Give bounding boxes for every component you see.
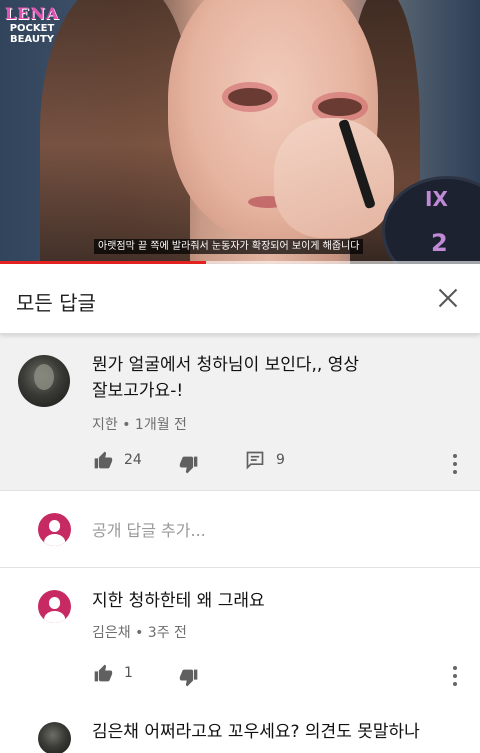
reply-comment: 지한 청하한테 왜 그래요 김은채 • 3주 전 1 [0, 568, 480, 713]
more-options-icon[interactable] [449, 454, 461, 476]
avatar [38, 513, 71, 546]
avatar[interactable] [38, 722, 71, 753]
avatar[interactable] [18, 355, 70, 407]
dislike-button[interactable] [178, 455, 200, 475]
thumbs-up-icon [94, 664, 113, 682]
avatar[interactable] [38, 590, 71, 623]
reply-button[interactable]: 9 [244, 450, 285, 470]
reply-comment: 김은채 어쩌라고요 꼬우세요? 의견도 못말하나 [0, 713, 480, 753]
video-frame-hand [274, 118, 394, 238]
replies-header: 모든 답글 [0, 264, 480, 334]
comment-text-line: 잘보고가요-! [92, 381, 184, 401]
like-count: 1 [124, 665, 133, 681]
video-frame-hair [40, 0, 190, 264]
thumbs-up-icon [94, 451, 113, 469]
more-options-icon[interactable] [449, 666, 461, 688]
mirror-numeral: 2 [431, 229, 448, 257]
mirror-numeral: IX [425, 187, 448, 211]
comment-meta: 지한 • 1개월 전 [92, 417, 187, 433]
video-caption: 아랫점막 끝 쪽에 발라줘서 눈동자가 확장되어 보이게 해줍니다 [94, 239, 364, 254]
video-frame-eye [228, 88, 272, 106]
comment-icon [246, 451, 264, 470]
channel-logo: LENA POCKET BEAUTY [4, 4, 60, 56]
comment-text-line: 뭔가 얼굴에서 청하님이 보인다,, 영상 [92, 355, 360, 375]
thumbs-down-icon [179, 669, 198, 687]
comment-text: 김은채 어쩌라고요 꼬우세요? 의견도 못말하나 [92, 722, 420, 742]
reply-input[interactable] [92, 518, 392, 542]
logo-sub: POCKET [9, 23, 55, 34]
like-count: 24 [124, 452, 142, 468]
like-button[interactable]: 24 [92, 450, 142, 470]
dislike-button[interactable] [178, 668, 200, 688]
video-frame-eye [318, 98, 362, 116]
video-player[interactable]: IX 2 LENA POCKET BEAUTY 아랫점막 끝 쪽에 발라줘서 눈… [0, 0, 480, 264]
thumbs-down-icon [179, 456, 198, 474]
close-icon[interactable] [434, 284, 462, 312]
reply-count: 9 [276, 452, 285, 468]
sheet-title: 모든 답글 [16, 291, 96, 315]
parent-comment: 뭔가 얼굴에서 청하님이 보인다,, 영상 잘보고가요-! 지한 • 1개월 전… [0, 334, 480, 491]
like-button[interactable]: 1 [92, 663, 133, 683]
logo-name: LENA [4, 4, 60, 23]
comment-meta: 김은채 • 3주 전 [92, 625, 187, 641]
reply-composer [0, 491, 480, 568]
logo-sub: BEAUTY [9, 34, 55, 45]
comment-text: 지한 청하한테 왜 그래요 [92, 591, 265, 611]
